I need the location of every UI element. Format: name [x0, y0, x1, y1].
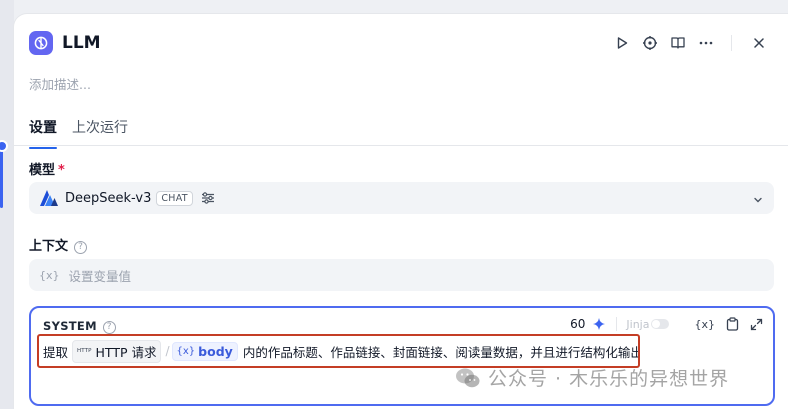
model-name: DeepSeek-v3 — [65, 190, 152, 206]
close-icon[interactable] — [748, 32, 770, 54]
chevron-down-icon — [752, 191, 764, 210]
watermark: 公众号 · 木乐乐的异想世界 — [455, 364, 729, 391]
token-count: 60 — [570, 317, 586, 331]
context-placeholder: 设置变量值 — [68, 268, 132, 284]
node-connection-line — [0, 148, 3, 208]
deepseek-logo-icon — [39, 189, 59, 207]
system-prompt-toolbar: 60 Jinja {x} — [570, 317, 763, 331]
play-icon[interactable] — [611, 32, 633, 54]
clipboard-icon[interactable] — [726, 317, 739, 331]
model-params-icon[interactable] — [201, 191, 215, 205]
crosshair-icon[interactable] — [639, 32, 661, 54]
context-variable-input[interactable]: {x} 设置变量值 — [29, 259, 774, 291]
system-prompt-text[interactable]: 提取 HTTP HTTP 请求 / {x} body 内的作品标题、作品链接、封… — [37, 334, 640, 368]
sparkle-icon[interactable] — [592, 317, 606, 331]
watermark-text: 公众号 · 木乐乐的异想世界 — [488, 368, 730, 390]
prompt-text-after: 内的作品标题、作品链接、封面链接、阅读量数据，并且进行结构化输出。 — [242, 344, 640, 360]
tabs-divider — [14, 145, 788, 146]
description-input[interactable]: 添加描述... — [29, 74, 91, 93]
help-icon[interactable]: ? — [74, 240, 88, 254]
system-label-text: SYSTEM — [43, 319, 97, 333]
variable-path-separator: / — [165, 344, 170, 358]
jinja-toggle[interactable] — [651, 319, 670, 329]
insert-variable-icon[interactable]: {x} — [694, 318, 715, 331]
header-divider — [731, 35, 732, 51]
help-icon[interactable]: ? — [102, 320, 116, 334]
http-node-chip[interactable]: HTTP HTTP 请求 — [72, 339, 162, 363]
jinja-label: Jinja — [626, 317, 650, 331]
body-variable-chip[interactable]: {x} body — [171, 341, 238, 361]
variable-name: body — [198, 343, 233, 359]
more-icon[interactable] — [695, 32, 717, 54]
wechat-logo-icon — [455, 367, 481, 389]
node-title[interactable]: LLM — [62, 31, 101, 55]
model-selector[interactable]: DeepSeek-v3 CHAT — [29, 182, 774, 214]
expand-icon[interactable] — [750, 318, 763, 331]
header-actions — [605, 32, 770, 54]
model-mode-badge: CHAT — [156, 190, 193, 206]
required-mark: * — [58, 163, 65, 178]
panel-header: LLM — [29, 31, 788, 57]
llm-node-icon — [29, 31, 53, 55]
context-label: 上下文? — [29, 235, 88, 254]
variable-icon: {x} — [39, 268, 60, 282]
system-prompt-label: SYSTEM? — [43, 319, 116, 334]
toolbar-divider — [616, 317, 618, 331]
context-label-text: 上下文 — [29, 239, 69, 254]
http-node-icon: HTTP — [77, 348, 92, 354]
variable-icon: {x} — [176, 345, 196, 357]
book-icon[interactable] — [667, 32, 689, 54]
http-node-name: HTTP 请求 — [95, 344, 157, 360]
prompt-text-before: 提取 — [43, 344, 69, 360]
model-label-text: 模型 — [29, 163, 56, 178]
model-label: 模型 * — [29, 159, 65, 178]
